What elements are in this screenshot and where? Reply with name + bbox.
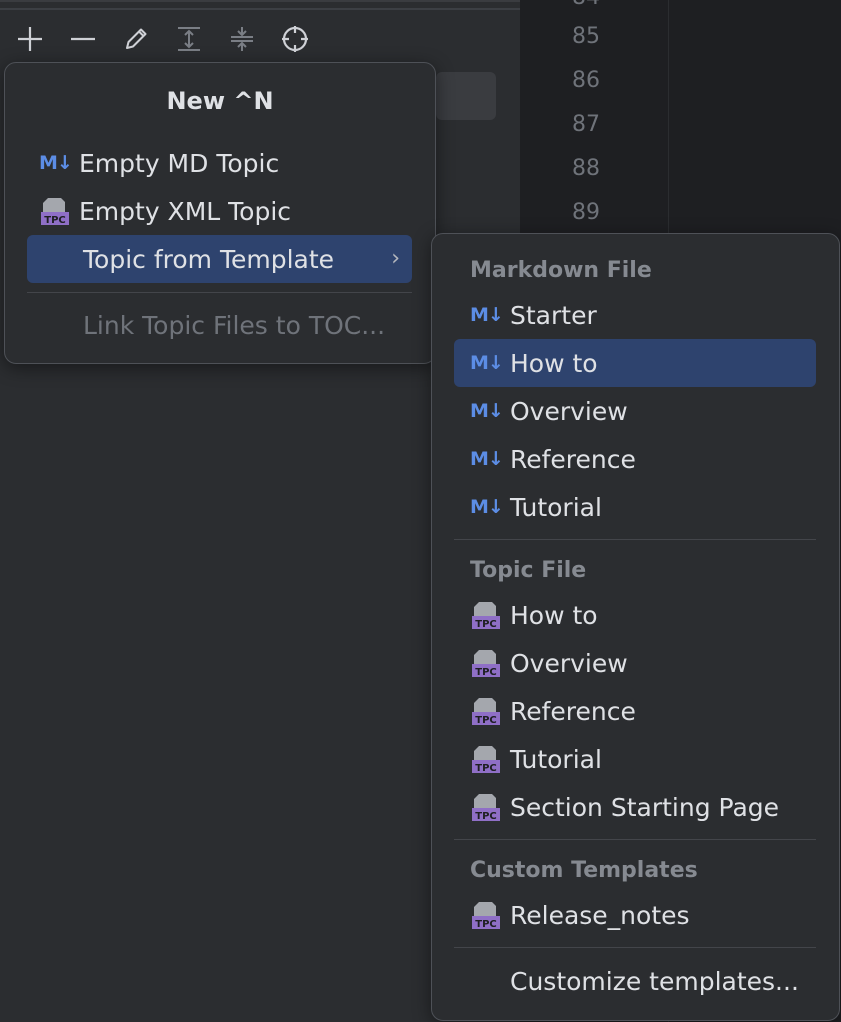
template-item-md-tutorial[interactable]: M↓ Tutorial xyxy=(470,483,810,531)
line-number: 89 xyxy=(572,200,600,225)
section-header-topic: Topic File xyxy=(470,558,587,583)
template-item-md-overview[interactable]: M↓ Overview xyxy=(470,387,810,435)
template-item-custom-release-notes[interactable]: TPC Release_notes xyxy=(470,891,810,939)
plus-icon[interactable] xyxy=(12,21,48,57)
menu-item-label: Section Starting Page xyxy=(510,792,780,822)
markdown-icon: M↓ xyxy=(470,304,504,326)
tpc-icon: TPC xyxy=(470,648,510,678)
line-number: 87 xyxy=(572,112,600,137)
menu-item-label: Release_notes xyxy=(510,900,690,930)
menu-separator xyxy=(454,839,816,840)
svg-text:TPC: TPC xyxy=(475,667,497,678)
menu-item-label: Tutorial xyxy=(510,744,602,774)
tpc-icon: TPC xyxy=(470,696,510,726)
svg-text:TPC: TPC xyxy=(475,811,497,822)
svg-text:TPC: TPC xyxy=(475,619,497,630)
menu-separator xyxy=(27,292,412,293)
markdown-icon: M↓ xyxy=(470,448,504,470)
collapse-icon[interactable] xyxy=(224,21,260,57)
template-item-md-starter[interactable]: M↓ Starter xyxy=(470,291,810,339)
line-number: 86 xyxy=(572,68,600,93)
toolbar xyxy=(12,20,330,58)
template-item-md-reference[interactable]: M↓ Reference xyxy=(470,435,810,483)
menu-separator xyxy=(454,539,816,540)
markdown-icon: M↓ xyxy=(470,496,504,518)
section-header-markdown: Markdown File xyxy=(470,258,652,283)
menu-item-label: Tutorial xyxy=(510,492,602,522)
search-field[interactable] xyxy=(436,72,496,120)
menu-item-label: Overview xyxy=(510,396,628,426)
new-popup: New ^N M↓ Empty MD Topic TPC Empty XML T… xyxy=(4,62,436,364)
customize-templates-item[interactable]: Customize templates... xyxy=(510,957,810,1005)
template-item-tpc-tutorial[interactable]: TPC Tutorial xyxy=(470,735,810,783)
tpc-icon: TPC xyxy=(39,196,79,226)
menu-item-label: Empty MD Topic xyxy=(79,148,280,178)
svg-text:TPC: TPC xyxy=(475,715,497,726)
empty-xml-topic-item[interactable]: TPC Empty XML Topic xyxy=(39,187,399,235)
svg-text:TPC: TPC xyxy=(44,215,66,226)
link-topic-files-item[interactable]: Link Topic Files to TOC... xyxy=(83,301,403,349)
markdown-icon: M↓ xyxy=(470,352,504,374)
section-header-custom: Custom Templates xyxy=(470,858,698,883)
tpc-icon: TPC xyxy=(470,792,510,822)
divider xyxy=(0,8,520,10)
markdown-icon: M↓ xyxy=(470,400,504,422)
menu-item-label: Overview xyxy=(510,648,628,678)
template-item-md-how-to[interactable]: M↓ How to xyxy=(454,339,816,387)
menu-item-label: Link Topic Files to TOC... xyxy=(83,310,386,340)
svg-text:TPC: TPC xyxy=(475,763,497,774)
tpc-icon: TPC xyxy=(470,744,510,774)
menu-item-label: How to xyxy=(510,348,598,378)
minus-icon[interactable] xyxy=(65,21,101,57)
template-item-tpc-overview[interactable]: TPC Overview xyxy=(470,639,810,687)
menu-item-label: Reference xyxy=(510,444,636,474)
tpc-icon: TPC xyxy=(470,600,510,630)
svg-text:TPC: TPC xyxy=(475,919,497,930)
menu-item-label: Customize templates... xyxy=(510,966,799,996)
expand-icon[interactable] xyxy=(171,21,207,57)
divider xyxy=(0,0,520,2)
template-item-tpc-reference[interactable]: TPC Reference xyxy=(470,687,810,735)
line-number: 85 xyxy=(572,24,600,49)
menu-item-label: Starter xyxy=(510,300,597,330)
chevron-right-icon: › xyxy=(391,246,400,271)
locate-icon[interactable] xyxy=(277,21,313,57)
markdown-icon: M↓ xyxy=(39,152,73,174)
template-item-tpc-section-starting-page[interactable]: TPC Section Starting Page xyxy=(470,783,810,831)
menu-item-label: Reference xyxy=(510,696,636,726)
empty-md-topic-item[interactable]: M↓ Empty MD Topic xyxy=(39,139,399,187)
popup-title: New ^N xyxy=(166,87,274,115)
pencil-icon[interactable] xyxy=(118,21,154,57)
line-number: 84 xyxy=(572,0,600,10)
line-number: 88 xyxy=(572,156,600,181)
menu-item-label: Topic from Template xyxy=(83,244,335,274)
menu-separator xyxy=(454,947,816,948)
tpc-icon: TPC xyxy=(470,900,510,930)
menu-item-label: How to xyxy=(510,600,598,630)
menu-item-label: Empty XML Topic xyxy=(79,196,292,226)
template-item-tpc-how-to[interactable]: TPC How to xyxy=(470,591,810,639)
topic-from-template-item[interactable]: Topic from Template › xyxy=(27,235,412,283)
template-submenu: Markdown File M↓ Starter M↓ How to M↓ Ov… xyxy=(431,233,840,1021)
